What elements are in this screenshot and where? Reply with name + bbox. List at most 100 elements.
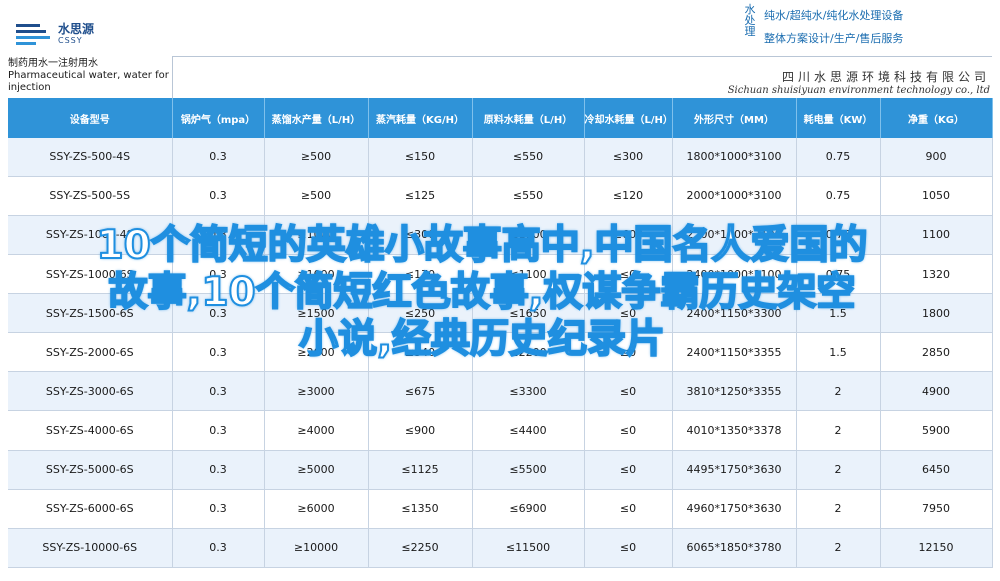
table-row: SSY-ZS-10000-6S 0.3 ≥10000 ≤2250 ≤11500 ≤0 606… (8, 528, 993, 569)
table-cell: 2 (796, 371, 881, 412)
table-cell: ≤675 (368, 371, 473, 412)
table-cell: 4900 (880, 371, 993, 412)
table-cell: ≤2250 (368, 528, 473, 569)
logo-name-cn: 水思源 (58, 22, 95, 36)
column-header: 外形尺寸（MM） (672, 98, 797, 138)
table-row: SSY-ZS-4000-6S 0.3 ≥4000 ≤900 ≤4400 ≤0 4010*13… (8, 410, 993, 451)
table-cell: ≤120 (584, 176, 673, 216)
company-name: 四川水思源环境科技有限公司 Sichuan shuisiyuan environ… (660, 68, 990, 96)
table-title: 制药用水一注射用水 Pharmaceutical water, water fo… (8, 58, 173, 98)
table-cell: ≤125 (368, 176, 473, 216)
company-name-cn: 四川水思源环境科技有限公司 (781, 70, 990, 84)
table-cell: ≤0 (584, 450, 673, 490)
table-cell: ≤900 (368, 410, 473, 451)
overlay-line-1: 10个简短的英雄小故事高中,中国名人爱国的 (95, 222, 868, 269)
table-cell: ≤1350 (368, 489, 473, 529)
table-cell: 6450 (880, 450, 993, 490)
table-cell: 12150 (880, 528, 993, 569)
overlay-line-2: 故事,10个简短红色故事,权谋争霸历史架空 (108, 269, 857, 316)
table-cell: 2 (796, 410, 881, 451)
brand-slogan-line-2: 整体方案设计/生产/售后服务 (764, 32, 904, 45)
table-cell: ≤11500 (472, 528, 585, 569)
table-cell: 0.75 (796, 138, 881, 177)
logo-name-en: CSSY (58, 36, 83, 45)
table-cell: ≥10000 (264, 528, 369, 569)
table-cell: ≤0 (584, 410, 673, 451)
table-cell: SSY-ZS-5000-6S (8, 450, 173, 490)
table-cell: 2 (796, 528, 881, 569)
column-header: 设备型号 (8, 98, 173, 138)
table-cell: 4960*1750*3630 (672, 489, 797, 529)
company-logo[interactable]: 水思源 CSSY (14, 14, 124, 50)
column-header: 冷却水耗量（L/H） (584, 98, 673, 138)
table-cell: 900 (880, 138, 993, 177)
table-cell: ≤550 (472, 176, 585, 216)
overlay-headline: 10个简短的英雄小故事高中,中国名人爱国的 故事,10个简短红色故事,权谋争霸历… (12, 222, 952, 363)
table-cell: 6065*1850*3780 (672, 528, 797, 569)
table-cell: 0.3 (172, 450, 265, 490)
table-cell: ≤300 (584, 138, 673, 177)
table-cell: 0.3 (172, 528, 265, 569)
table-cell: ≥5000 (264, 450, 369, 490)
table-cell: 0.3 (172, 489, 265, 529)
page-header: 水思源 CSSY 水处理 纯水/超纯水/纯化水处理设备 整体方案设计/生产/售后… (0, 0, 1000, 55)
table-cell: ≤0 (584, 528, 673, 569)
table-cell: SSY-ZS-500-5S (8, 176, 173, 216)
overlay-line-3: 小说,经典历史纪录片 (298, 316, 666, 363)
table-cell: ≤0 (584, 371, 673, 412)
table-cell: 0.3 (172, 176, 265, 216)
table-cell: ≤0 (584, 489, 673, 529)
brand-slogan-line-1: 纯水/超纯水/纯化水处理设备 (764, 9, 904, 22)
table-row: SSY-ZS-500-5S 0.3 ≥500 ≤125 ≤550 ≤120 2000*100… (8, 176, 993, 216)
table-cell: ≤6900 (472, 489, 585, 529)
column-header: 锅炉气（mpa） (172, 98, 265, 138)
table-cell: 1800*1000*3100 (672, 138, 797, 177)
table-cell: SSY-ZS-3000-6S (8, 371, 173, 412)
brand-slogan: 纯水/超纯水/纯化水处理设备 整体方案设计/生产/售后服务 (764, 4, 903, 50)
table-row: SSY-ZS-5000-6S 0.3 ≥5000 ≤1125 ≤5500 ≤0 4495*1… (8, 450, 993, 490)
table-cell: 2 (796, 489, 881, 529)
column-header: 原料水耗量（L/H） (472, 98, 585, 138)
brand-vertical-label: 水处理 (744, 3, 756, 38)
table-cell: ≤550 (472, 138, 585, 177)
table-cell: 0.75 (796, 176, 881, 216)
table-cell: 0.3 (172, 410, 265, 451)
table-cell: 4010*1350*3378 (672, 410, 797, 451)
table-cell: ≤5500 (472, 450, 585, 490)
table-cell: 5900 (880, 410, 993, 451)
table-cell: ≥4000 (264, 410, 369, 451)
table-cell: ≥500 (264, 138, 369, 177)
table-cell: 1050 (880, 176, 993, 216)
table-cell: SSY-ZS-500-4S (8, 138, 173, 177)
column-header: 净重（KG） (880, 98, 993, 138)
table-cell: ≤150 (368, 138, 473, 177)
table-cell: 0.3 (172, 371, 265, 412)
table-row: SSY-ZS-6000-6S 0.3 ≥6000 ≤1350 ≤6900 ≤0 4960*1… (8, 489, 993, 529)
table-cell: 7950 (880, 489, 993, 529)
column-header: 蒸馏水产量（L/H） (264, 98, 369, 138)
table-cell: SSY-ZS-10000-6S (8, 528, 173, 569)
table-cell: 2 (796, 450, 881, 490)
logo-icon (16, 24, 50, 45)
table-row: SSY-ZS-3000-6S 0.3 ≥3000 ≤675 ≤3300 ≤0 3810*12… (8, 371, 993, 412)
header-divider (172, 56, 992, 57)
table-cell: 4495*1750*3630 (672, 450, 797, 490)
table-cell: 3810*1250*3355 (672, 371, 797, 412)
table-cell: ≤4400 (472, 410, 585, 451)
company-name-en: Sichuan shuisiyuan environment technolog… (727, 85, 990, 96)
table-title-en: Pharmaceutical water, water for injectio… (8, 70, 169, 93)
table-cell: ≥500 (264, 176, 369, 216)
table-cell: ≥6000 (264, 489, 369, 529)
table-cell: 2000*1000*3100 (672, 176, 797, 216)
table-cell: SSY-ZS-4000-6S (8, 410, 173, 451)
table-row: SSY-ZS-500-4S 0.3 ≥500 ≤150 ≤550 ≤300 1800*100… (8, 138, 993, 177)
table-cell: ≤1125 (368, 450, 473, 490)
table-header-row: 设备型号 锅炉气（mpa） 蒸馏水产量（L/H） 蒸汽耗量（KG/H） 原料水耗量（L/… (8, 98, 993, 138)
table-title-cn: 制药用水一注射用水 (8, 58, 98, 69)
table-cell: 0.3 (172, 138, 265, 177)
table-cell: SSY-ZS-6000-6S (8, 489, 173, 529)
column-header: 耗电量（KW） (796, 98, 881, 138)
table-cell: ≥3000 (264, 371, 369, 412)
table-cell: ≤3300 (472, 371, 585, 412)
column-header: 蒸汽耗量（KG/H） (368, 98, 473, 138)
